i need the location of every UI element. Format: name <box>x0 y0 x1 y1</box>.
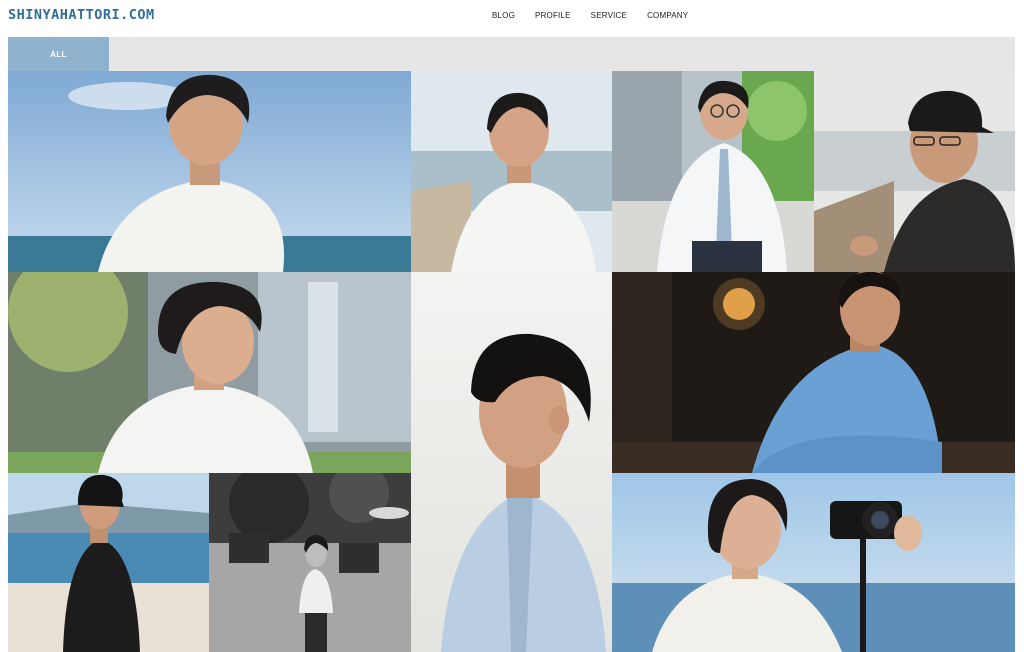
gallery-photo[interactable] <box>209 473 411 652</box>
gallery-photo[interactable] <box>612 71 814 272</box>
nav-company[interactable]: COMPANY <box>647 11 688 20</box>
gallery-photo[interactable] <box>411 71 612 272</box>
gallery-photo[interactable] <box>814 71 1015 272</box>
portrait-image <box>8 272 411 473</box>
gallery-photo[interactable] <box>8 272 411 473</box>
portrait-image <box>209 473 411 652</box>
gallery-photo[interactable] <box>8 473 209 652</box>
portrait-image <box>411 272 612 652</box>
filter-bar: ALL <box>8 37 1015 71</box>
nav-service[interactable]: SERVICE <box>591 11 627 20</box>
portrait-image <box>612 473 1015 652</box>
photo-gallery <box>8 71 1015 652</box>
site-logo[interactable]: SHINYAHATTORI.COM <box>8 7 155 23</box>
nav-blog[interactable]: BLOG <box>492 11 515 20</box>
gallery-photo[interactable] <box>8 71 411 272</box>
portrait-image <box>411 71 612 272</box>
portrait-image <box>8 473 209 652</box>
gallery-photo[interactable] <box>612 272 1015 473</box>
gallery-photo[interactable] <box>612 473 1015 652</box>
portrait-image <box>814 71 1015 272</box>
gallery-photo[interactable] <box>411 272 612 652</box>
filter-all-button[interactable]: ALL <box>8 37 109 71</box>
nav-profile[interactable]: PROFILE <box>535 11 571 20</box>
portrait-image <box>612 71 814 272</box>
site-header: SHINYAHATTORI.COM BLOG PROFILE SERVICE C… <box>0 0 1024 37</box>
portrait-image <box>8 71 411 272</box>
portrait-image <box>612 272 1015 473</box>
main-nav: BLOG PROFILE SERVICE COMPANY <box>492 11 708 20</box>
